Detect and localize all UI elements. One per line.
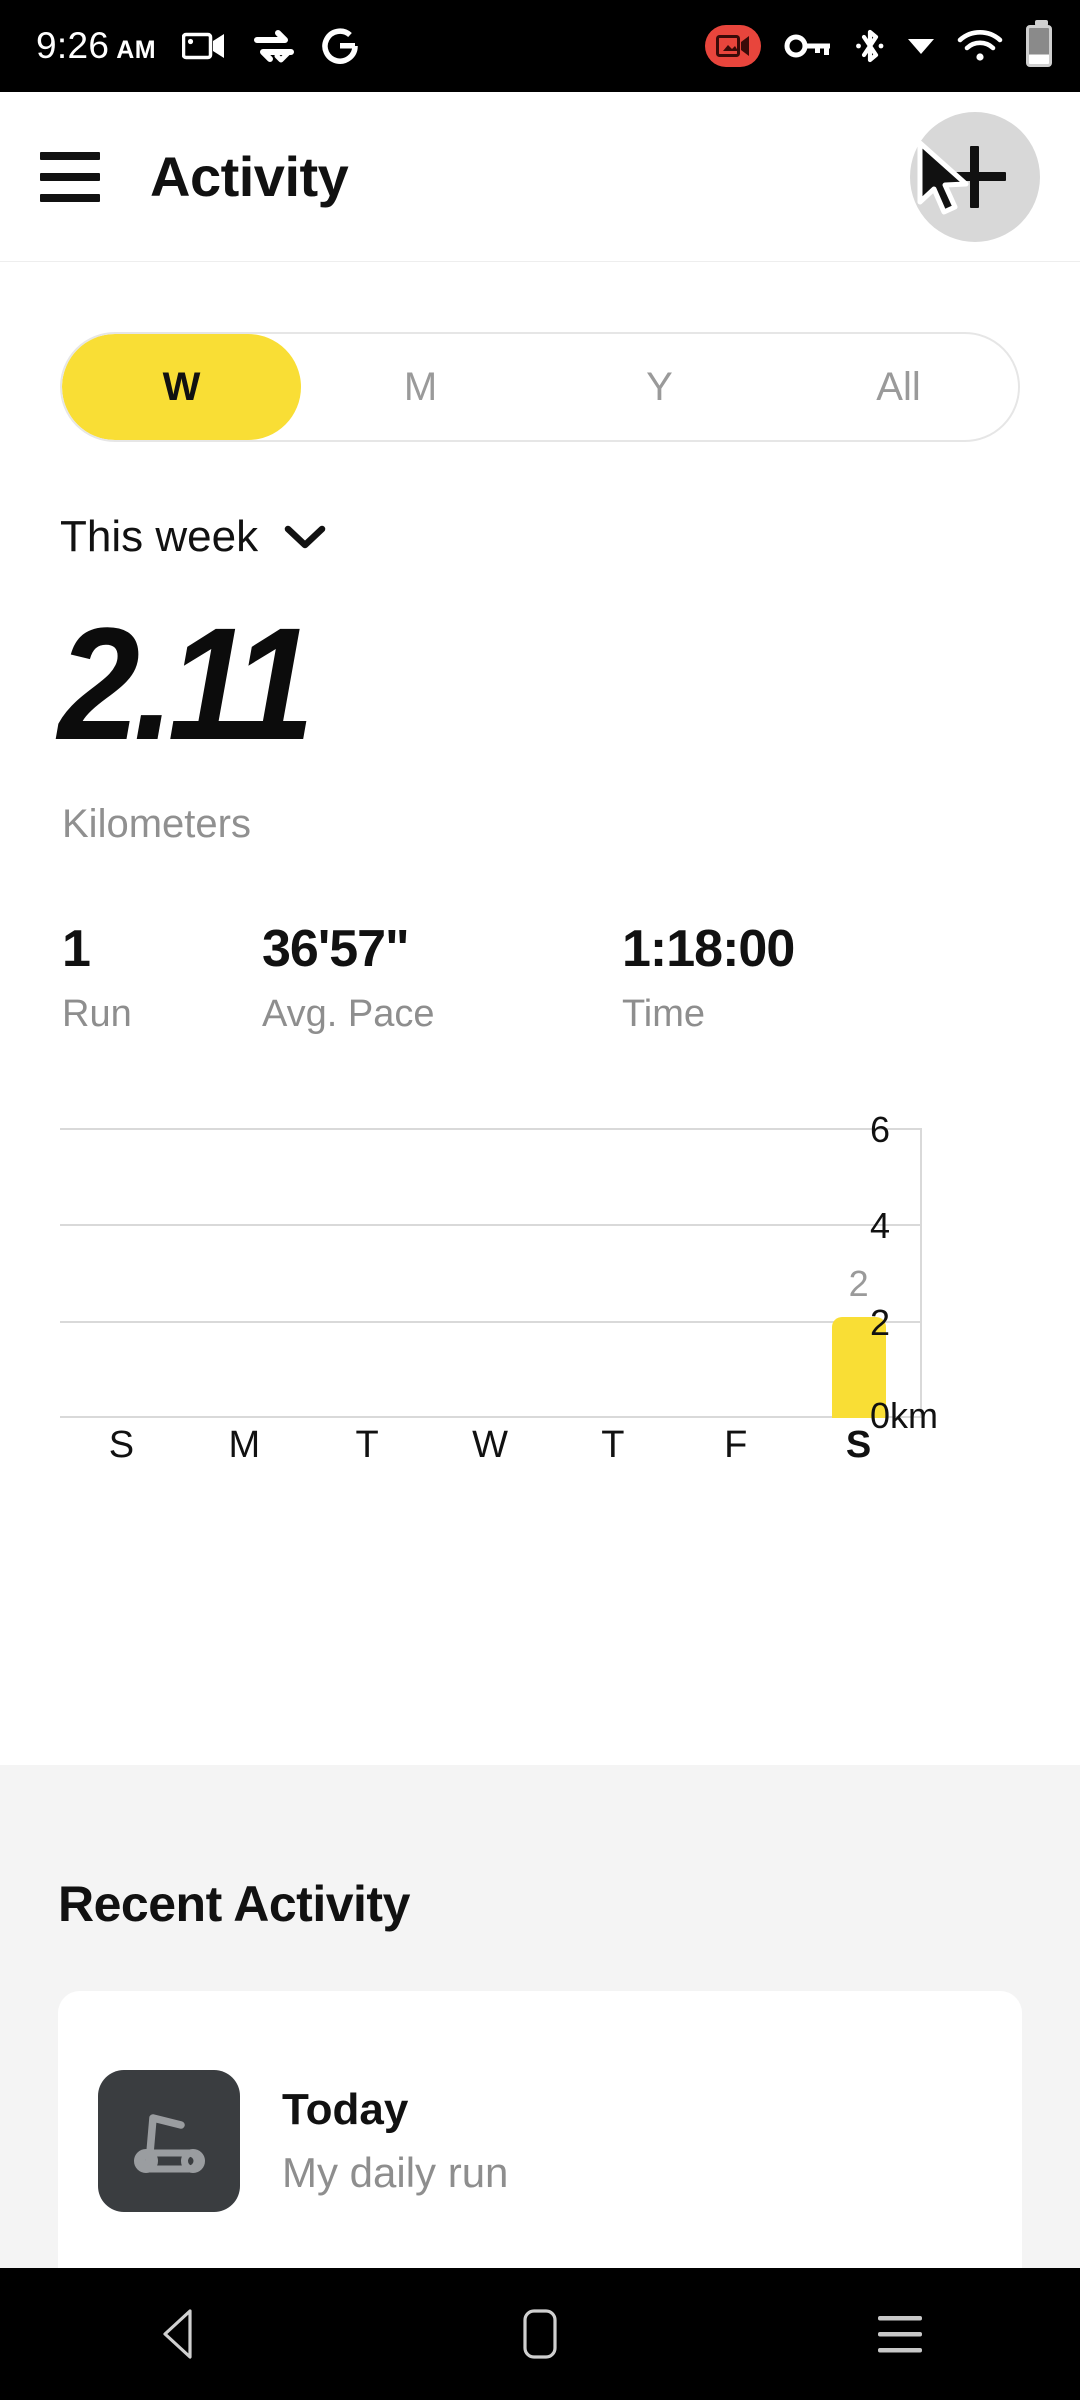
period-segmented-control[interactable]: W M Y All [60,332,1020,442]
chart-bar-cell[interactable] [429,1128,552,1418]
stat-avg-pace-label: Avg. Pace [262,993,435,1035]
period-selector-label: This week [60,512,259,561]
chart-bar-cell[interactable] [674,1128,797,1418]
segment-option-w[interactable]: W [62,334,301,440]
android-nav-bar [0,2268,1080,2400]
data-saver-icon [252,28,296,64]
page-title: Activity [150,145,349,208]
home-square-icon[interactable] [480,2284,600,2384]
chart-bar-cell[interactable] [60,1128,183,1418]
total-distance-value: 2.11 [58,594,314,773]
chart-x-label: T [601,1424,625,1466]
chart-x-label: M [228,1424,261,1466]
ytick-4: 4 [870,1205,891,1246]
chart-x-label: S [108,1424,135,1466]
chart-x-label: F [724,1424,748,1466]
add-activity-button[interactable] [910,111,1040,242]
activity-card-subtitle: My daily run [282,2149,509,2196]
status-bar-right [705,20,1052,67]
wifi-icon [957,29,1003,63]
segment-option-all[interactable]: All [779,334,1018,440]
chart-x-label: S [845,1424,872,1466]
stat-runs-label: Run [62,993,132,1035]
app-bar: Activity [0,92,1080,262]
weekly-distance-chart: 2 6 4 2 0km SMTWTFS [0,1109,1080,1466]
stat-runs-value: 1 [62,920,91,978]
chart-bar-value-label: 2 [848,1263,869,1304]
chevron-down-icon[interactable] [284,524,326,550]
back-triangle-icon[interactable] [120,2284,240,2384]
stat-time-label: Time [622,993,706,1035]
activity-card[interactable]: Today My daily run [58,1991,1022,2291]
segment-option-y[interactable]: Y [540,334,779,440]
stat-runs: 1 Run [62,919,262,1036]
chart-x-labels: SMTWTFS [60,1424,920,1467]
ytick-6: 6 [870,1109,891,1150]
period-selector[interactable]: This week [60,512,1080,562]
chart-bars: 2 [60,1128,920,1418]
activity-content: W M Y All This week 2.11 Kilometers 1 Ru… [0,262,1080,1466]
clock-ampm: AM [116,36,157,64]
dropdown-triangle-icon [908,38,934,54]
recent-activity-title: Recent Activity [58,1876,410,1932]
phone-screen: 9:26 AM Activity W M Y All This week 2.1… [0,0,1080,2400]
stat-avg-pace: 36'57" Avg. Pace [262,919,622,1036]
clock-time: 9:26 [36,25,110,66]
hamburger-menu-icon[interactable] [40,151,100,202]
screen-cast-icon [182,31,226,61]
stats-row: 1 Run 36'57" Avg. Pace 1:18:00 Time [62,919,1080,1036]
activity-card-title: Today [282,2085,409,2134]
chart-x-label: T [355,1424,379,1466]
chart-bar-cell[interactable] [551,1128,674,1418]
screen-recording-icon [705,25,761,67]
chart-bar-cell[interactable] [306,1128,429,1418]
total-distance-unit: Kilometers [62,802,251,846]
google-g-icon [322,28,358,64]
plus-icon [944,145,1006,208]
chart-bar-cell[interactable]: 2 [797,1128,920,1418]
status-bar-left: 9:26 AM [36,25,358,67]
recents-menu-icon[interactable] [840,2284,960,2384]
activity-card-text: Today My daily run [282,2085,508,2197]
chart-plot-area: 2 [60,1128,922,1418]
status-clock: 9:26 AM [36,25,156,67]
bluetooth-icon [855,26,885,66]
stat-time-value: 1:18:00 [622,920,795,978]
stat-avg-pace-value: 36'57" [262,920,410,978]
ytick-2: 2 [870,1302,891,1343]
status-bar: 9:26 AM [0,0,1080,92]
treadmill-icon [98,2070,240,2212]
battery-icon [1026,20,1052,67]
chart-x-label: W [472,1424,508,1466]
stat-time: 1:18:00 Time [622,919,795,1036]
chart-bar-cell[interactable] [183,1128,306,1418]
vpn-key-icon [784,33,832,59]
segment-option-m[interactable]: M [301,334,540,440]
add-button-ripple [910,111,1040,242]
chart-y-axis [920,1128,922,1418]
